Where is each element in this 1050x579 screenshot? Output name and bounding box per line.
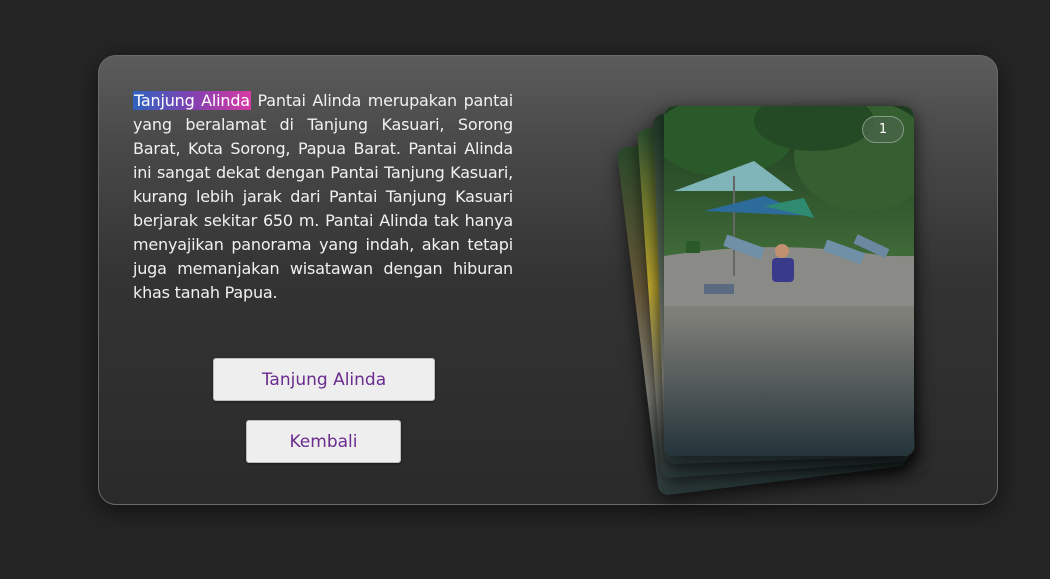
description-body: Pantai Alinda merupakan pantai yang bera… bbox=[133, 91, 513, 302]
beach-photo[interactable]: 1 bbox=[664, 106, 914, 456]
photo-stack[interactable]: 1 bbox=[616, 96, 919, 496]
highlight-title: Tanjung Alinda bbox=[133, 91, 251, 110]
beach-photo-image bbox=[664, 106, 914, 456]
description-text: Tanjung Alinda Pantai Alinda merupakan p… bbox=[133, 89, 513, 305]
info-card: Tanjung Alinda Pantai Alinda merupakan p… bbox=[98, 55, 998, 505]
back-button[interactable]: Kembali bbox=[246, 420, 401, 463]
tanjung-alinda-button[interactable]: Tanjung Alinda bbox=[213, 358, 435, 401]
slide-counter-badge: 1 bbox=[862, 116, 904, 143]
